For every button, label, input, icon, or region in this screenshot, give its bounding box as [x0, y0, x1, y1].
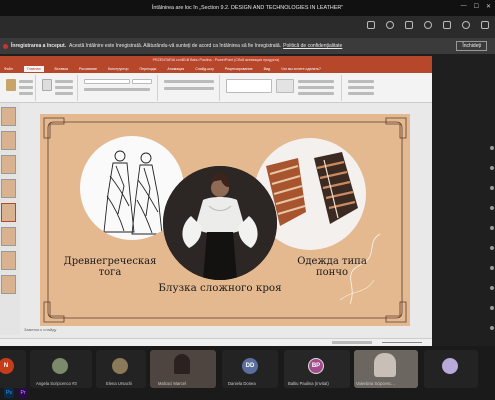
shared-screen: PRZENTARIA conВЪВ Babu Paulina - PowerPo…: [0, 56, 432, 346]
participant-video: [374, 353, 396, 377]
blouse-image: [163, 166, 277, 280]
participant-dot[interactable]: [490, 186, 494, 190]
more-options-icon[interactable]: [443, 21, 451, 29]
window-titlebar: Întâlnirea are loc în „Section 9.2. DESI…: [0, 0, 495, 16]
chat-icon[interactable]: [367, 21, 375, 29]
participant-name: Malcoci Marcel: [158, 381, 186, 386]
avatar: [52, 358, 68, 374]
recording-text: Acestă întâlnire este înregistrată. Alăt…: [69, 43, 282, 49]
ribbon-group-editing: [344, 75, 384, 101]
blouse-photo: [163, 166, 277, 280]
avatar: BP: [308, 358, 324, 374]
avatar: DD: [242, 358, 258, 374]
slide-thumbnail[interactable]: [1, 227, 16, 246]
maximize-button[interactable]: ☐: [474, 3, 479, 10]
slide-thumbnail[interactable]: [1, 251, 16, 270]
slide-thumbnail[interactable]: [1, 131, 16, 150]
tab-slideshow[interactable]: Слайд-шоу: [195, 67, 214, 71]
participant-rail: [432, 54, 495, 346]
participant-video: [174, 354, 190, 374]
participant-dot[interactable]: [490, 286, 494, 290]
recording-title: Înregistrarea a început.: [11, 43, 67, 49]
powerpoint-title: PRZENTARIA conВЪВ Babu Paulina - PowerPo…: [152, 58, 280, 62]
slide-canvas[interactable]: Древнегреческая тога Блузка сложного кро…: [40, 114, 410, 326]
caption-toga: Древнегреческая тога: [63, 256, 157, 278]
participant-tile[interactable]: N: [0, 350, 26, 388]
tab-review[interactable]: Рецензирование: [225, 67, 253, 71]
powerpoint-titlebar: PRZENTARIA conВЪВ Babu Paulina - PowerPo…: [0, 56, 432, 64]
caption-poncho: Одежда типа пончо: [297, 256, 367, 278]
camera-icon[interactable]: [462, 21, 470, 29]
avatar: [112, 358, 128, 374]
participant-tile[interactable]: [424, 350, 478, 388]
participant-dot[interactable]: [490, 146, 494, 150]
close-banner-button[interactable]: Închideți: [456, 41, 487, 51]
teams-window: Întâlnirea are loc în „Section 9.2. DESI…: [0, 0, 495, 400]
participant-name: Daniela Donea: [228, 381, 256, 386]
participant-tile-active[interactable]: BP Baltiu Paulina (Invitat): [284, 350, 350, 388]
avatar: N: [0, 358, 14, 374]
avatar: [442, 358, 458, 374]
slide-thumbnails: [0, 103, 20, 335]
slide-thumbnail-selected[interactable]: [1, 203, 16, 222]
tell-me-search[interactable]: Что вы хотите сделать?: [281, 67, 321, 71]
slide-thumbnail[interactable]: [1, 155, 16, 174]
minimize-button[interactable]: —: [461, 3, 467, 10]
slide-thumbnail[interactable]: [1, 275, 16, 294]
ribbon-group-slides: [38, 75, 78, 101]
participant-tile[interactable]: Angela Scripcenco #3: [30, 350, 92, 388]
reactions-icon[interactable]: [424, 21, 432, 29]
close-button[interactable]: ✕: [486, 3, 491, 10]
participants-icon[interactable]: [386, 21, 394, 29]
participant-dot[interactable]: [490, 266, 494, 270]
toolbar-icons: [367, 21, 489, 29]
microphone-icon[interactable]: [481, 21, 489, 29]
ribbon-group-drawing: [222, 75, 342, 101]
participant-name: Angela Scripcenco #3: [36, 381, 77, 386]
participant-video-tile[interactable]: Valentina Scipcenc...: [354, 350, 418, 388]
participant-name: Elena Ursachi: [106, 381, 133, 386]
participant-dot[interactable]: [490, 246, 494, 250]
recording-banner: Înregistrarea a început. Acestă întâlnir…: [0, 38, 495, 54]
raise-hand-icon[interactable]: [405, 21, 413, 29]
participant-name: Baltiu Paulina (Invitat): [288, 381, 329, 386]
meeting-toolbar: [0, 16, 495, 38]
participant-tile[interactable]: DD Baltiu Paulina (Invitat) Daniela Done…: [222, 350, 278, 388]
tab-insert[interactable]: Вставка: [55, 67, 68, 71]
tab-view[interactable]: Вид: [264, 67, 271, 71]
participant-tile[interactable]: Elena Ursachi: [96, 350, 146, 388]
recording-icon: [3, 43, 8, 49]
participant-name: Valentina Scipcenc...: [356, 381, 395, 386]
window-title: Întâlnirea are loc în „Section 9.2. DESI…: [151, 5, 344, 11]
powerpoint-statusbar: [0, 338, 432, 346]
ribbon-group-font: [80, 75, 158, 101]
caption-blouse: Блузка сложного кроя: [158, 282, 282, 294]
participant-gallery: N Angela Scripcenco #3 Elena Ursachi Mal…: [0, 346, 495, 400]
participant-dot[interactable]: [490, 166, 494, 170]
photoshop-icon[interactable]: Ps: [4, 388, 14, 398]
ribbon-tabs: Файл Главная Вставка Рисование Конструкт…: [0, 64, 432, 73]
ribbon-group-paragraph: [160, 75, 220, 101]
ribbon: [0, 73, 432, 103]
participant-dot[interactable]: [490, 206, 494, 210]
premiere-icon[interactable]: Pr: [18, 388, 28, 398]
tab-draw[interactable]: Рисование: [79, 67, 97, 71]
tab-transitions[interactable]: Переходы: [140, 67, 157, 71]
tab-design[interactable]: Конструктор: [108, 67, 129, 71]
participant-dot[interactable]: [490, 326, 494, 330]
tab-animations[interactable]: Анимация: [167, 67, 184, 71]
ribbon-group-clipboard: [2, 75, 36, 101]
tab-home[interactable]: Главная: [23, 65, 44, 72]
window-controls: — ☐ ✕: [461, 3, 491, 10]
participant-dot[interactable]: [490, 226, 494, 230]
slide-thumbnail[interactable]: [1, 107, 16, 126]
privacy-link[interactable]: Politică de confidențialitate: [283, 43, 342, 49]
participant-dot[interactable]: [490, 306, 494, 310]
tab-file[interactable]: Файл: [4, 67, 13, 71]
participant-video-tile[interactable]: Malcoci Marcel: [150, 350, 216, 388]
slide-thumbnail[interactable]: [1, 179, 16, 198]
slide-notes[interactable]: Заметки к слайду: [24, 327, 56, 332]
